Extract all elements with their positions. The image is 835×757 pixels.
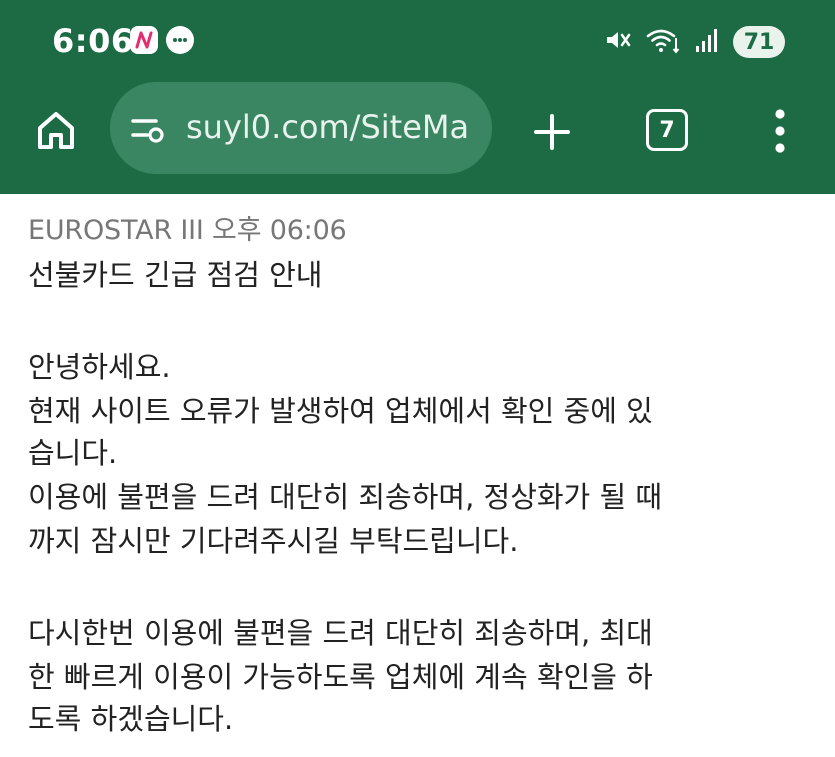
message-line: 이용에 불편을 드려 대단히 죄송하며, 정상화가 될 때 xyxy=(28,480,663,514)
tabs-icon[interactable]: 7 xyxy=(646,109,688,151)
mute-icon xyxy=(603,26,631,58)
site-settings-icon[interactable] xyxy=(130,112,166,144)
message-line: 도록 하겠습니다. xyxy=(28,702,234,736)
home-icon[interactable] xyxy=(34,108,78,152)
chat-bubble-icon xyxy=(166,26,194,54)
status-time: 6:06 xyxy=(52,22,134,60)
message-line: 다시한번 이용에 불편을 드려 대단히 죄송하며, 최대 xyxy=(28,616,653,650)
signal-icon xyxy=(695,26,719,58)
status-bar: 6:06 71 xyxy=(0,0,835,80)
browser-toolbar: suyl0.com/SiteMa 7 xyxy=(0,80,835,194)
message-line: 선불카드 긴급 점검 안내 xyxy=(28,258,323,292)
messenger-icon xyxy=(130,26,158,54)
wifi-icon xyxy=(645,26,681,58)
battery-icon: 71 xyxy=(733,26,785,58)
message-line: 현재 사이트 오류가 발생하여 업체에서 확인 중에 있 xyxy=(28,394,653,428)
plus-icon[interactable] xyxy=(530,110,574,154)
url-bar[interactable]: suyl0.com/SiteMa xyxy=(110,82,492,174)
url-text[interactable]: suyl0.com/SiteMa xyxy=(186,108,469,146)
message-line: 습니다. xyxy=(28,436,118,470)
more-vert-icon[interactable] xyxy=(770,106,790,156)
status-icons: 71 xyxy=(603,24,785,60)
message-line: 까지 잠시만 기다려주시길 부탁드립니다. xyxy=(28,524,519,558)
browser-topbar: 6:06 71 suyl0.com/SiteMa 7 xyxy=(0,0,835,194)
message-line: 안녕하세요. xyxy=(28,350,171,384)
message-line: 한 빠르게 이용이 가능하도록 업체에 계속 확인을 하 xyxy=(28,660,653,694)
sender-line: EUROSTAR III 오후 06:06 xyxy=(28,215,347,246)
